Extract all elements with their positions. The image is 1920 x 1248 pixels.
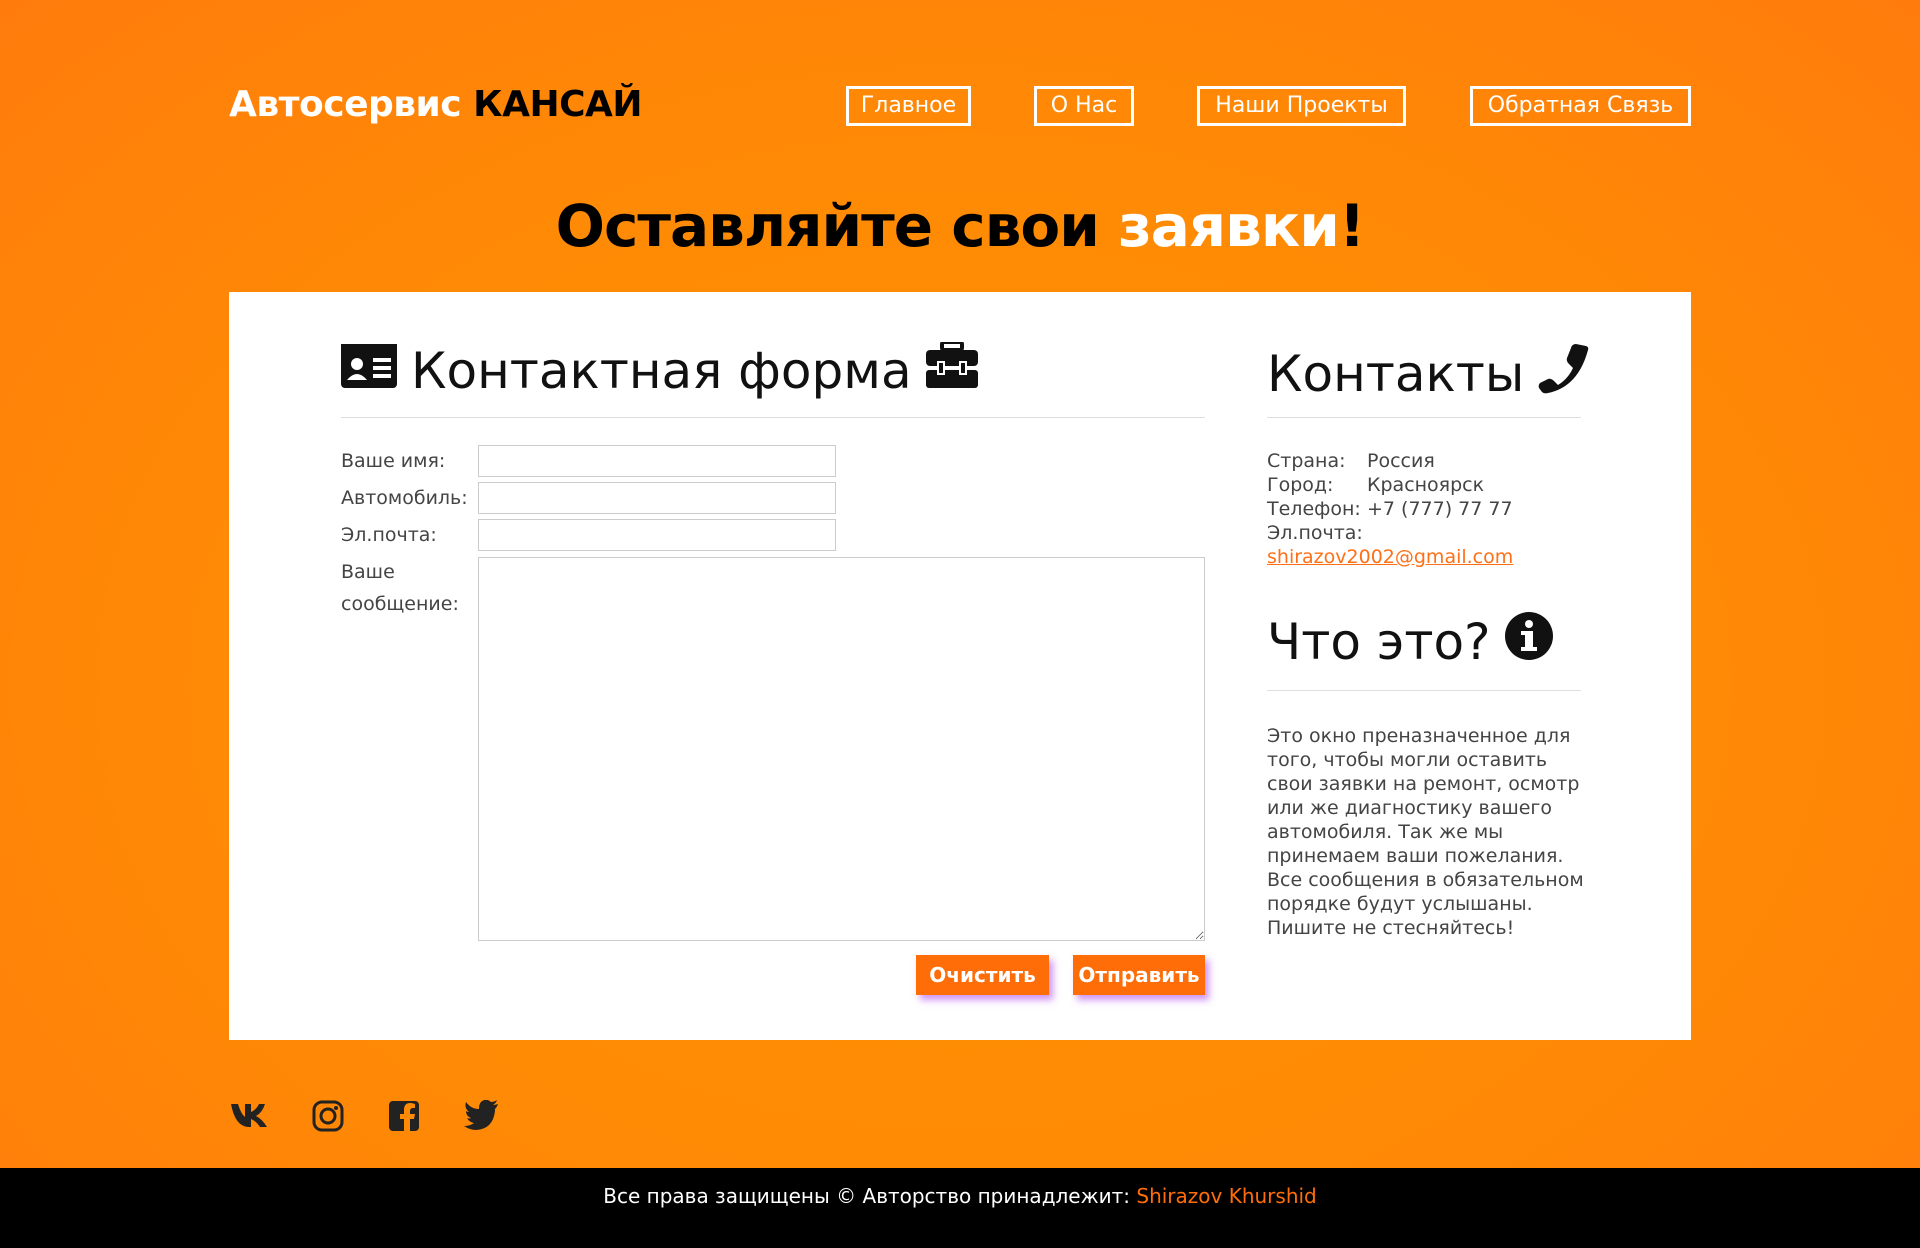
- id-card-icon: [341, 342, 397, 400]
- content-card: Контактная форма Ваше имя: Автомобиль: Э…: [229, 292, 1691, 1040]
- car-label: Автомобиль:: [341, 487, 468, 509]
- phone-icon: [1538, 342, 1590, 406]
- clear-button[interactable]: Очистить: [916, 955, 1049, 995]
- name-input[interactable]: [478, 445, 836, 477]
- car-input[interactable]: [478, 482, 836, 514]
- main-nav: Главное О Нас Наши Проекты Обратная Связ…: [0, 86, 1920, 126]
- contacts-title-text: Контакты: [1267, 345, 1525, 403]
- phone-key: Телефон:: [1267, 498, 1361, 520]
- nav-feedback[interactable]: Обратная Связь: [1470, 86, 1691, 126]
- contacts-title-divider: [1267, 417, 1581, 418]
- hero-title-accent: заявки: [1118, 192, 1340, 260]
- email-input[interactable]: [478, 519, 836, 551]
- hero-title-end: !: [1338, 192, 1365, 260]
- phone-row: Телефон: +7 (777) 77 77: [1267, 498, 1513, 520]
- info-icon: [1504, 612, 1553, 672]
- email-label: Эл.почта:: [341, 524, 437, 546]
- country-key: Страна:: [1267, 450, 1346, 472]
- country-value: Россия: [1367, 450, 1435, 472]
- phone-value: +7 (777) 77 77: [1367, 498, 1513, 520]
- facebook-icon[interactable]: [388, 1100, 420, 1132]
- contacts-title: Контакты: [1267, 342, 1590, 406]
- form-title: Контактная форма: [341, 340, 978, 400]
- email-row: Эл.почта:: [1267, 522, 1363, 544]
- city-row: Город: Красноярск: [1267, 474, 1484, 496]
- twitter-icon[interactable]: [464, 1100, 500, 1130]
- vk-icon[interactable]: [229, 1100, 269, 1130]
- about-title: Что это?: [1267, 612, 1553, 672]
- about-text: Это окно преназначенное для того, чтобы …: [1267, 725, 1584, 939]
- site-footer: Все права защищены © Авторство принадлеж…: [0, 1168, 1920, 1248]
- email-link[interactable]: shirazov2002@gmail.com: [1267, 546, 1513, 568]
- footer-text: Все права защищены © Авторство принадлеж…: [603, 1184, 1137, 1208]
- email-key: Эл.почта:: [1267, 522, 1363, 544]
- footer-author[interactable]: Shirazov Khurshid: [1136, 1184, 1316, 1208]
- nav-about[interactable]: О Нас: [1034, 86, 1134, 126]
- nav-projects[interactable]: Наши Проекты: [1197, 86, 1406, 126]
- submit-button[interactable]: Отправить: [1073, 955, 1205, 995]
- instagram-icon[interactable]: [312, 1100, 344, 1132]
- hero-title: Оставляйте свои заявки!: [0, 192, 1920, 260]
- country-row: Страна: Россия: [1267, 450, 1435, 472]
- name-label: Ваше имя:: [341, 450, 446, 472]
- about-title-divider: [1267, 690, 1581, 691]
- form-title-divider: [341, 417, 1205, 418]
- city-value: Красноярск: [1367, 474, 1485, 496]
- about-title-text: Что это?: [1267, 613, 1491, 671]
- city-key: Город:: [1267, 474, 1334, 496]
- nav-home[interactable]: Главное: [846, 86, 971, 126]
- form-title-text: Контактная форма: [411, 342, 912, 400]
- hero-title-main: Оставляйте свои: [555, 192, 1119, 260]
- toolbox-icon: [925, 340, 978, 400]
- message-label: Ваше сообщение:: [341, 561, 459, 615]
- message-textarea[interactable]: [478, 557, 1205, 941]
